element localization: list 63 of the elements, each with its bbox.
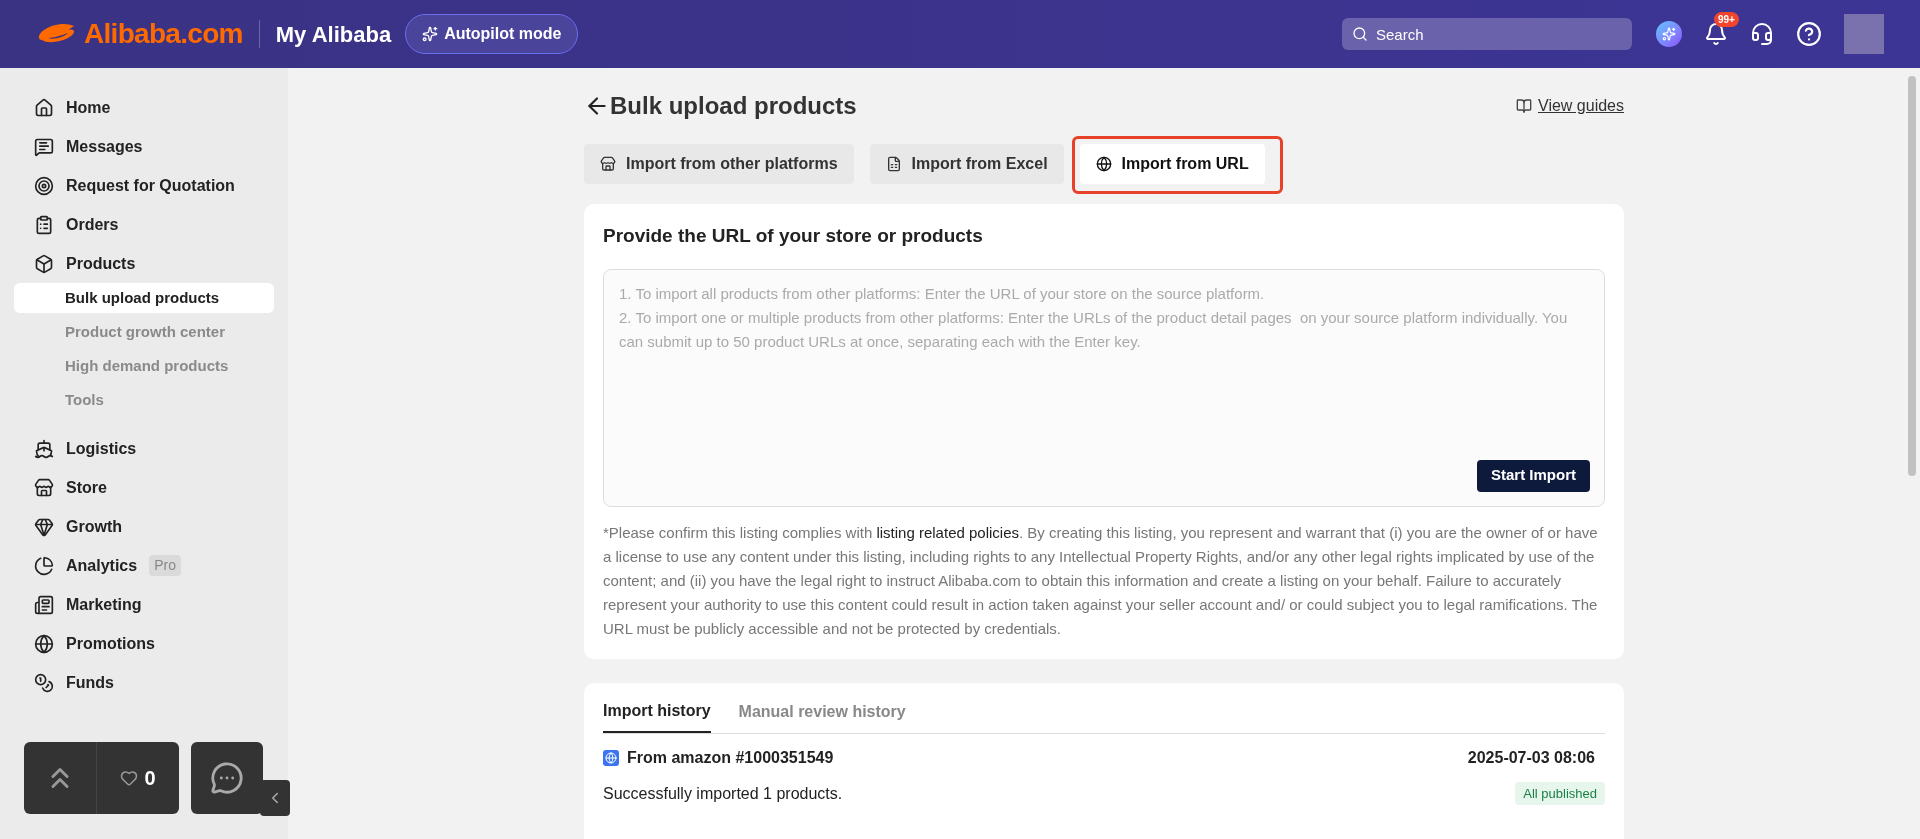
pro-badge: Pro [149,555,181,576]
file-icon [885,156,902,172]
store-icon [600,156,616,172]
notification-icon[interactable] [1704,22,1728,46]
ad-icon [34,594,54,615]
sparkle-icon [422,26,439,42]
sidebar-item[interactable]: Home [14,88,274,127]
card-heading: Provide the URL of your store or products [603,224,984,248]
sidebar-item[interactable]: Funds [14,663,274,702]
target-icon [34,175,54,196]
sidebar-item[interactable]: Request for Quotation [14,166,274,205]
import-tab[interactable]: Import from Excel [869,144,1064,184]
sidebar-item[interactable]: Store [14,468,274,507]
support-icon[interactable] [1750,22,1774,46]
globe-badge-icon [603,749,619,766]
assistant-icon[interactable] [1656,21,1682,47]
pie-chart-icon [34,555,54,576]
globe-icon [34,633,54,654]
url-input[interactable]: 1. To import all products from other platforms: Enter the URL of your store on the source platform. 2. To import one or multiple products from other platforms: Enter the URLs of the product detail pages on your source platform individually. You can submit up to 50 product URLs at once, separating each with the Enter key. Start Import [603,268,1605,507]
disclaimer-text: *Please confirm this listing complies with listing related policies. By creating this listing, you represent and warrant that (i) you are the owner of or have a license to use any content under this listing, including rights to any Intellectual Property Rights, and/or any other legal rights implicated by use of the content; and (ii) you have the legal right to instruct Alibaba.com to obtain this information and create a listing on your behalf. Failure to accurately represent your authority to use this content could result in action taken against your seller account and/ or could subject you to legal ramifications. The URL must be publicly accessible and not be protected by credentials. [603,522,1599,639]
home-icon [34,97,54,118]
box-icon [34,253,54,274]
collapse-button[interactable] [260,780,290,816]
globe-icon [1095,156,1112,172]
logo-text[interactable]: Alibaba.com [84,13,243,55]
chat-button[interactable] [191,742,263,814]
autopilot-button[interactable]: Autopilot mode [405,14,579,54]
sidebar-subitem[interactable]: Bulk upload products [14,283,274,313]
record-message: Successfully imported 1 products. [603,783,843,804]
policy-link[interactable]: listing related policies [876,523,1019,541]
search-icon [1352,26,1368,42]
notification-badge: 99+ [1714,12,1739,27]
record-source: From amazon #1000351549 [627,747,834,768]
search-field[interactable]: Search [1342,18,1632,50]
favorites-button[interactable]: 0 [97,763,179,793]
start-import-button[interactable]: Start Import [1477,459,1590,492]
sidebar-item[interactable]: Growth [14,507,274,546]
store-icon [34,477,54,498]
import-tab[interactable]: Import from URL [1079,144,1265,184]
sidebar-item[interactable]: Messages [14,127,274,166]
sidebar-item[interactable]: Marketing [14,585,274,624]
ship-icon [34,438,54,459]
import-tab[interactable]: Import from other platforms [584,144,854,184]
header-title[interactable]: My Alibaba [275,17,392,51]
page-title: Bulk upload products [610,91,857,121]
heart-icon [120,769,139,787]
sidebar-item[interactable]: Promotions [14,624,274,663]
chat-icon [210,761,244,795]
sidebar-item[interactable]: Orders [14,205,274,244]
history-tab[interactable]: Import history [603,698,711,733]
record-time: 2025-07-03 08:06 [1467,747,1596,768]
clipboard-icon [34,214,54,235]
sidebar-item[interactable]: Logistics [14,429,274,468]
sidebar-item[interactable]: Products [14,244,274,283]
guide-icon [1516,98,1532,114]
history-tab[interactable]: Manual review history [738,698,906,733]
message-icon [34,136,54,157]
diamond-icon [34,516,54,537]
view-guides-link[interactable]: View guides [1538,94,1624,118]
coins-icon [34,672,54,693]
help-icon[interactable] [1796,21,1822,47]
status-badge: All published [1515,781,1605,806]
sidebar-item[interactable]: Analytics Pro [14,546,274,585]
